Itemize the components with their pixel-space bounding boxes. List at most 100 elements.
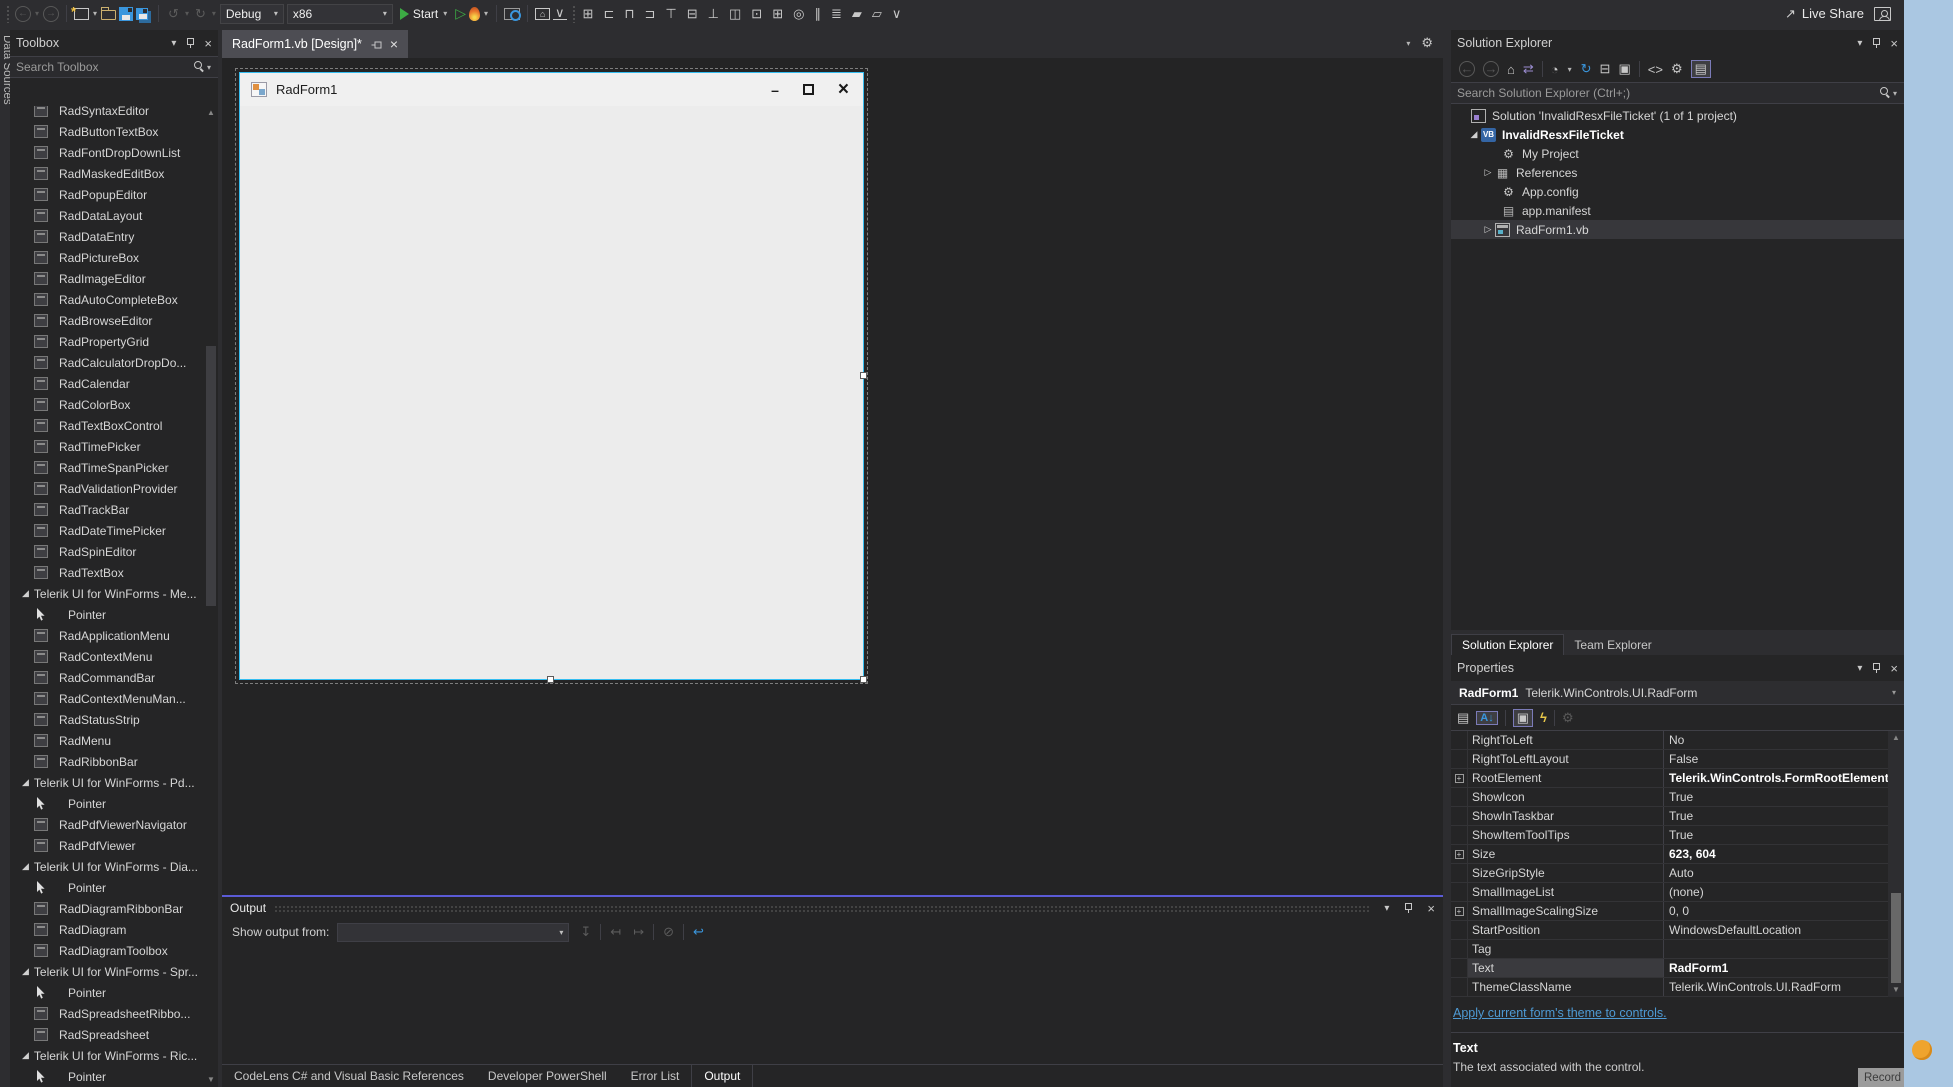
toolbox-item[interactable]: RadDataEntry — [10, 226, 204, 247]
make-same-size-icon[interactable]: ⊞ — [770, 6, 785, 22]
toolbox-item[interactable]: RadMenu — [10, 730, 204, 751]
document-list-dropdown-icon[interactable]: ▾ — [1406, 39, 1410, 48]
close-icon[interactable]: × — [1427, 901, 1435, 916]
notification-circle-icon[interactable] — [1912, 1040, 1932, 1060]
solution-tree-item[interactable]: Solution 'InvalidResxFileTicket' (1 of 1… — [1451, 106, 1904, 125]
pin-icon[interactable] — [1871, 663, 1881, 674]
property-name[interactable]: StartPosition — [1468, 921, 1664, 939]
bottom-tab-output[interactable]: Output — [691, 1065, 753, 1087]
new-project-dropdown-icon[interactable]: ▾ — [93, 9, 97, 18]
toolbox-category[interactable]: ◢Telerik UI for WinForms - Dia... — [10, 856, 204, 877]
align-to-grid-icon[interactable]: ⊞ — [581, 6, 596, 22]
property-value[interactable]: Telerik.WinControls.FormRootElement — [1669, 771, 1889, 785]
category-expander-icon[interactable]: ◢ — [22, 777, 29, 788]
form-designer-surface[interactable]: RadForm1 – × — [222, 58, 1443, 895]
toolbox-item[interactable]: RadSpinEditor — [10, 541, 204, 562]
toolbox-item[interactable]: RadPropertyGrid — [10, 331, 204, 352]
start-debugging-button[interactable]: Start ▾ — [396, 7, 452, 21]
toolbox-item[interactable]: Pointer — [10, 604, 204, 625]
align-bottoms-icon[interactable]: ⊥ — [706, 6, 721, 22]
switch-views-icon[interactable]: ⇄ — [1523, 61, 1534, 77]
next-message-icon[interactable]: ↦ — [630, 924, 647, 940]
toolbox-item[interactable]: RadDateTimePicker — [10, 520, 204, 541]
collapse-all-icon[interactable]: ⊟ — [1600, 61, 1611, 77]
solution-tree-item[interactable]: app.manifest — [1451, 201, 1904, 220]
refresh-icon[interactable]: ↻ — [1581, 61, 1592, 77]
align-centers-icon[interactable]: ⊓ — [622, 6, 636, 22]
align-middles-icon[interactable]: ⊟ — [685, 6, 700, 22]
property-row[interactable]: ShowItemToolTipsTrue — [1451, 826, 1904, 845]
solution-platform-combo[interactable]: x86 ▾ — [287, 4, 393, 24]
property-value[interactable]: True — [1669, 790, 1693, 804]
vertical-spacing-icon[interactable]: ≣ — [829, 6, 844, 22]
property-row[interactable]: +Size623, 604 — [1451, 845, 1904, 864]
properties-icon[interactable]: ⚙ — [1671, 61, 1683, 77]
bring-to-front-icon[interactable]: ▰ — [850, 6, 864, 22]
close-icon[interactable]: × — [204, 36, 212, 51]
toolbar-overflow-icon[interactable]: ∨ — [553, 7, 567, 20]
gear-icon[interactable]: ⚙ — [1421, 35, 1433, 51]
toolbox-scrollbar[interactable]: ▲ ▼ — [204, 106, 218, 1087]
categorized-icon[interactable]: ▤ — [1457, 710, 1469, 726]
window-position-icon[interactable]: ▾ — [1857, 38, 1862, 49]
scroll-up-icon[interactable]: ▲ — [204, 106, 218, 120]
back-icon[interactable]: ← — [1459, 61, 1475, 77]
solution-tree-item[interactable]: ▷References — [1451, 163, 1904, 182]
tree-expander-icon[interactable]: ▷ — [1481, 224, 1495, 235]
toolbox-item[interactable]: RadTrackBar — [10, 499, 204, 520]
previous-message-icon[interactable]: ↤ — [607, 924, 624, 940]
property-row[interactable]: ShowIcon True — [1451, 788, 1904, 807]
toolbox-item[interactable]: RadPopupEditor — [10, 184, 204, 205]
toolbox-category[interactable]: ◢Telerik UI for WinForms - Pd... — [10, 772, 204, 793]
toolbar-grip[interactable] — [572, 5, 576, 23]
bottom-tab-developer-powershell[interactable]: Developer PowerShell — [476, 1065, 619, 1087]
toolbox-item[interactable]: RadPdfViewer — [10, 835, 204, 856]
pin-icon[interactable] — [1403, 903, 1413, 914]
expand-icon[interactable]: + — [1455, 774, 1464, 783]
category-expander-icon[interactable]: ◢ — [22, 966, 29, 977]
align-lefts-icon[interactable]: ⊏ — [601, 6, 616, 22]
tab-solution-explorer[interactable]: Solution Explorer — [1451, 634, 1564, 655]
profiler-dropdown-icon[interactable]: ▾ — [484, 9, 488, 18]
solution-configuration-combo[interactable]: Debug ▾ — [220, 4, 284, 24]
toolbox-item[interactable]: RadValidationProvider — [10, 478, 204, 499]
toolbox-category[interactable]: ◢Telerik UI for WinForms - Spr... — [10, 961, 204, 982]
toolbox-item[interactable]: RadTextBox — [10, 562, 204, 583]
property-name[interactable]: RightToLeft — [1468, 731, 1664, 749]
start-without-debugging-icon[interactable]: ▷ — [455, 5, 466, 22]
toolbox-item[interactable]: RadRibbonBar — [10, 751, 204, 772]
solution-tree-item[interactable]: My Project — [1451, 144, 1904, 163]
find-in-files-icon[interactable] — [504, 8, 520, 20]
property-name[interactable]: ShowIcon — [1468, 788, 1664, 806]
property-value[interactable]: RadForm1 — [1669, 961, 1728, 975]
toolbox-item[interactable]: Pointer — [10, 1066, 204, 1087]
window-position-icon[interactable]: ▾ — [1384, 903, 1389, 914]
toolbox-item[interactable]: Pointer — [10, 793, 204, 814]
solution-tree-item[interactable]: App.config — [1451, 182, 1904, 201]
property-row[interactable]: ShowInTaskbarTrue — [1451, 807, 1904, 826]
navigate-back-icon[interactable]: ← — [15, 6, 31, 22]
solution-tree-item[interactable]: ▷RadForm1.vb — [1451, 220, 1904, 239]
property-row[interactable]: SizeGripStyleAuto — [1451, 864, 1904, 883]
scrollbar-thumb[interactable] — [206, 346, 216, 606]
property-value[interactable]: True — [1669, 828, 1693, 842]
alphabetical-icon[interactable]: A↓ — [1476, 711, 1497, 725]
toolbox-item[interactable]: RadImageEditor — [10, 268, 204, 289]
close-icon[interactable]: × — [390, 36, 398, 52]
pin-icon[interactable] — [1871, 38, 1881, 49]
horizontal-spacing-icon[interactable]: ∥ — [812, 6, 823, 22]
property-row[interactable]: SmallImageList(none) — [1451, 883, 1904, 902]
tab-team-explorer[interactable]: Team Explorer — [1564, 635, 1661, 655]
apply-theme-link[interactable]: Apply current form's theme to controls. — [1453, 1006, 1667, 1020]
toolbox-item[interactable]: RadSpreadsheet — [10, 1024, 204, 1045]
property-row[interactable]: ThemeClassNameTelerik.WinControls.UI.Rad… — [1451, 978, 1904, 997]
view-code-icon[interactable]: <> — [1648, 62, 1663, 77]
category-expander-icon[interactable]: ◢ — [22, 1050, 29, 1061]
document-tab-radform1[interactable]: RadForm1.vb [Design]* × — [222, 30, 408, 58]
chevron-down-icon[interactable]: ▾ — [207, 63, 211, 72]
solution-explorer-search-input[interactable]: Search Solution Explorer (Ctrl+;) ▾ — [1451, 82, 1904, 104]
size-to-grid-icon[interactable]: ◎ — [791, 6, 806, 22]
toolbox-category[interactable]: ◢Telerik UI for WinForms - Me... — [10, 583, 204, 604]
properties-object-combo[interactable]: RadForm1 Telerik.WinControls.UI.RadForm … — [1451, 681, 1904, 705]
solution-explorer-home-icon[interactable]: ⌂ — [535, 8, 550, 20]
